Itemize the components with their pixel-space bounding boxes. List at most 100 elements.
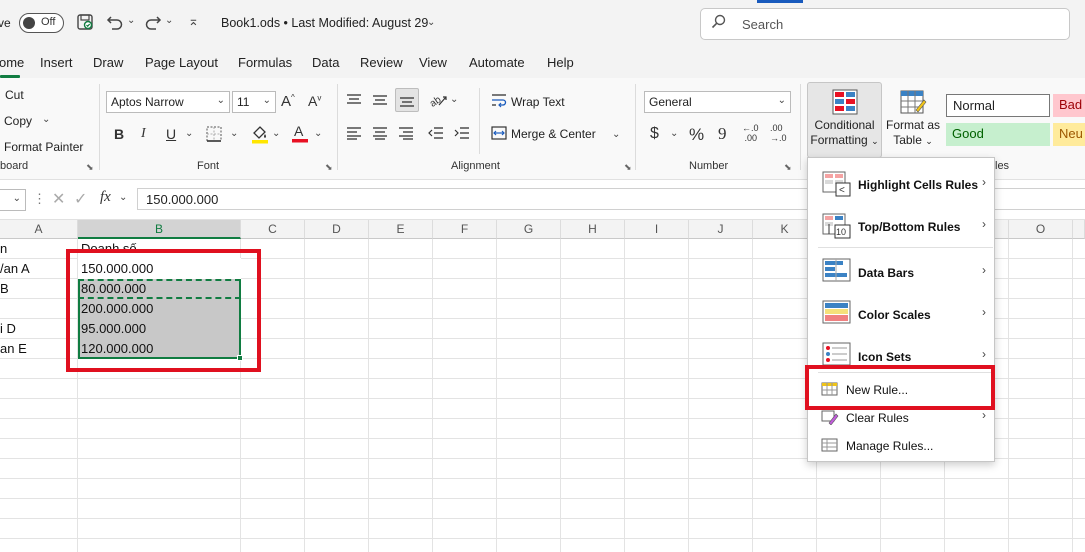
tab-formulas[interactable]: Formulas: [238, 55, 292, 70]
column-header-e[interactable]: E: [369, 220, 433, 239]
align-bottom-icon[interactable]: [395, 88, 419, 112]
increase-indent-icon[interactable]: [454, 126, 470, 143]
decrease-font-size-icon[interactable]: Av: [308, 93, 321, 109]
tab-help[interactable]: Help: [547, 55, 574, 70]
cell-a5[interactable]: i D: [0, 319, 75, 339]
cell-a2[interactable]: /an A: [0, 259, 75, 279]
column-header-f[interactable]: F: [433, 220, 497, 239]
redo-chevron-icon[interactable]: ⌄: [165, 15, 173, 26]
copy-chevron-icon[interactable]: ⌄: [42, 114, 50, 125]
column-header-h[interactable]: H: [561, 220, 625, 239]
column-header-j[interactable]: J: [689, 220, 753, 239]
percent-button[interactable]: %: [689, 125, 704, 145]
font-name-select[interactable]: Aptos Narrow ⌄: [106, 91, 230, 113]
column-header-o[interactable]: O: [1009, 220, 1073, 239]
cell-a1[interactable]: n: [0, 239, 75, 259]
format-painter-button[interactable]: Format Painter: [4, 140, 83, 154]
decrease-decimal-button[interactable]: .00 →.0: [770, 123, 787, 143]
currency-button[interactable]: $: [650, 125, 659, 143]
number-format-select[interactable]: General ⌄: [644, 91, 791, 113]
orientation-chevron-icon[interactable]: ⌄: [450, 94, 458, 105]
font-color-chevron-icon[interactable]: ⌄: [314, 128, 322, 139]
italic-button[interactable]: I: [141, 126, 146, 142]
search-box[interactable]: Search: [700, 8, 1070, 40]
font-launcher-icon[interactable]: ⬊: [325, 162, 333, 173]
fill-color-chevron-icon[interactable]: ⌄: [272, 128, 280, 139]
cell-a6[interactable]: an E: [0, 339, 75, 359]
align-left-icon[interactable]: [346, 126, 362, 143]
enter-icon[interactable]: ✓: [74, 189, 87, 209]
style-neutral[interactable]: Neu: [1053, 123, 1085, 146]
font-size-select[interactable]: 11 ⌄: [232, 91, 276, 113]
redo-icon[interactable]: [142, 13, 164, 35]
increase-font-size-icon[interactable]: A^: [281, 93, 295, 110]
function-chevron-icon[interactable]: ⌄: [119, 192, 127, 203]
tab-insert[interactable]: Insert: [40, 55, 73, 70]
orientation-icon[interactable]: ab: [428, 91, 448, 112]
tab-draw[interactable]: Draw: [93, 55, 123, 70]
bold-button[interactable]: B: [114, 126, 124, 142]
document-title[interactable]: Book1.ods • Last Modified: August 29: [221, 16, 428, 30]
comma-style-button[interactable]: 9: [718, 124, 727, 144]
conditional-formatting-button[interactable]: Conditional Formatting ⌄: [807, 82, 882, 158]
menu-item-color-scales[interactable]: Color Scales ›: [808, 294, 994, 330]
tab-page-layout[interactable]: Page Layout: [145, 55, 218, 70]
cut-button[interactable]: Cut: [5, 88, 24, 102]
wrap-text-button[interactable]: Wrap Text: [511, 95, 565, 109]
column-header-b[interactable]: B: [78, 220, 241, 239]
name-box[interactable]: ⌄: [0, 189, 26, 211]
borders-icon[interactable]: [205, 125, 223, 146]
format-as-table-label2: Table: [893, 133, 922, 147]
insert-function-button[interactable]: fx: [100, 189, 111, 206]
column-header-g[interactable]: G: [497, 220, 561, 239]
align-middle-icon[interactable]: [372, 93, 388, 110]
number-launcher-icon[interactable]: ⬊: [784, 162, 792, 173]
align-top-icon[interactable]: [346, 93, 362, 110]
merge-center-icon[interactable]: [491, 125, 507, 144]
customize-quick-access-icon[interactable]: ⌅: [188, 13, 199, 29]
tab-data[interactable]: Data: [312, 55, 339, 70]
copy-button[interactable]: Copy: [4, 114, 32, 128]
clipboard-launcher-icon[interactable]: ⬊: [86, 162, 94, 173]
cell-a3[interactable]: B: [0, 279, 75, 299]
menu-item-highlight-cells-rules[interactable]: < Highlight Cells Rules ›: [808, 166, 994, 202]
column-header-c[interactable]: C: [241, 220, 305, 239]
merge-center-chevron-icon[interactable]: ⌄: [612, 129, 620, 140]
font-color-icon[interactable]: A: [291, 123, 309, 146]
style-normal[interactable]: Normal: [946, 94, 1050, 117]
undo-icon[interactable]: [104, 13, 126, 35]
menu-item-manage-rules[interactable]: Manage Rules...: [808, 434, 994, 458]
underline-chevron-icon[interactable]: ⌄: [185, 128, 193, 139]
wrap-text-icon[interactable]: [491, 92, 507, 111]
fill-color-icon[interactable]: [250, 124, 270, 147]
style-good[interactable]: Good: [946, 123, 1050, 146]
more-options-icon[interactable]: ⋮: [33, 191, 46, 207]
menu-item-top-bottom-rules[interactable]: 10 Top/Bottom Rules ›: [808, 208, 994, 244]
autosave-toggle[interactable]: Off: [19, 13, 64, 33]
style-bad[interactable]: Bad: [1053, 94, 1085, 117]
currency-chevron-icon[interactable]: ⌄: [670, 128, 678, 139]
column-header-a[interactable]: A: [0, 220, 78, 239]
title-chevron-icon[interactable]: ⌄: [427, 17, 435, 28]
borders-chevron-icon[interactable]: ⌄: [230, 128, 238, 139]
undo-chevron-icon[interactable]: ⌄: [127, 15, 135, 26]
increase-decimal-button[interactable]: ←.0 .00: [742, 123, 759, 143]
underline-button[interactable]: U: [166, 126, 176, 142]
format-as-table-button[interactable]: Format as Table ⌄: [884, 82, 942, 158]
decrease-indent-icon[interactable]: [428, 126, 444, 143]
column-header-p[interactable]: [1073, 220, 1085, 239]
align-center-icon[interactable]: [372, 126, 388, 143]
column-header-d[interactable]: D: [305, 220, 369, 239]
menu-item-data-bars[interactable]: Data Bars ›: [808, 252, 994, 288]
alignment-launcher-icon[interactable]: ⬊: [624, 162, 632, 173]
tab-home[interactable]: ome: [0, 55, 24, 70]
tab-view[interactable]: View: [419, 55, 447, 70]
tab-automate[interactable]: Automate: [469, 55, 525, 70]
cancel-icon[interactable]: ✕: [52, 189, 65, 209]
tab-review[interactable]: Review: [360, 55, 403, 70]
merge-center-button[interactable]: Merge & Center: [511, 127, 596, 141]
align-right-icon[interactable]: [398, 126, 414, 143]
cell-a4[interactable]: [0, 299, 75, 319]
save-icon[interactable]: [74, 13, 96, 35]
column-header-i[interactable]: I: [625, 220, 689, 239]
